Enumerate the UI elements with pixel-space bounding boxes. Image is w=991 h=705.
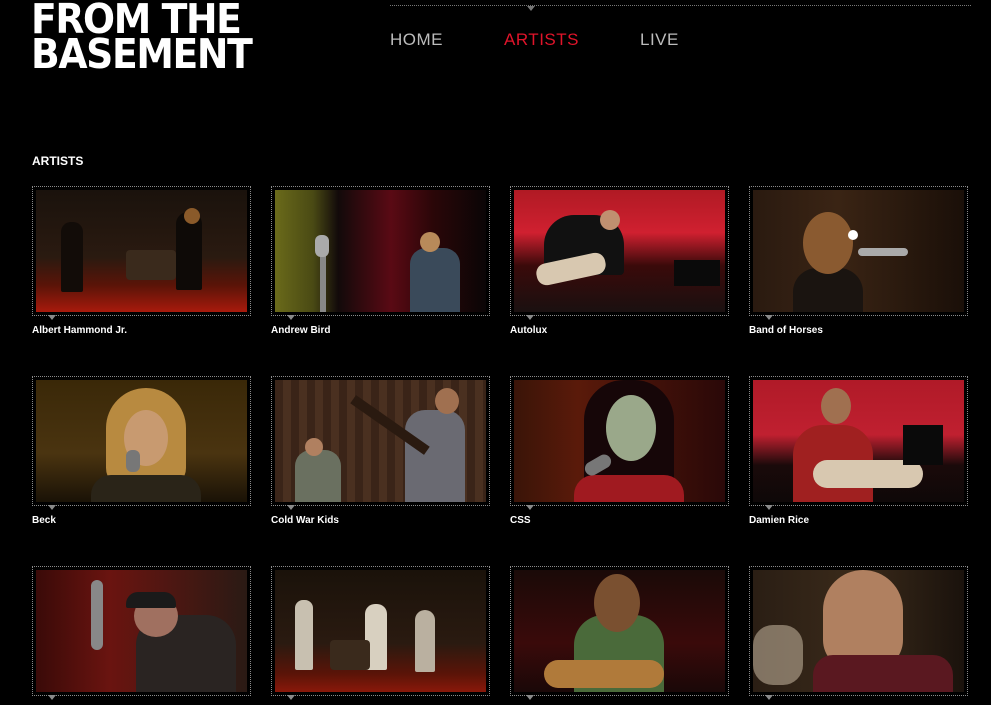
- thumbnail-pointer: [48, 315, 56, 320]
- artist-thumbnail[interactable]: [32, 186, 251, 320]
- artist-name[interactable]: Damien Rice: [749, 515, 968, 526]
- thumbnail-pointer: [287, 695, 295, 700]
- artist-card[interactable]: [749, 566, 968, 705]
- thumbnail-pointer: [765, 695, 773, 700]
- artist-photo: [36, 190, 247, 312]
- artist-photo: [514, 380, 725, 502]
- nav-artists[interactable]: ARTISTS: [504, 30, 579, 50]
- artist-photo: [753, 380, 964, 502]
- artist-card-band-of-horses[interactable]: Band of Horses: [749, 186, 968, 336]
- nav-home[interactable]: HOME: [390, 30, 443, 50]
- main-nav: HOME ARTISTS LIVE: [390, 30, 740, 50]
- artist-thumbnail[interactable]: [510, 566, 729, 700]
- artist-thumbnail[interactable]: [749, 186, 968, 320]
- artist-card[interactable]: [32, 566, 251, 705]
- artist-thumbnail[interactable]: [749, 376, 968, 510]
- artist-name[interactable]: CSS: [510, 515, 729, 526]
- artist-photo: [36, 570, 247, 692]
- artist-name[interactable]: Band of Horses: [749, 325, 968, 336]
- artist-photo: [36, 380, 247, 502]
- artist-thumbnail[interactable]: [749, 566, 968, 700]
- artist-card-cold-war-kids[interactable]: Cold War Kids: [271, 376, 490, 526]
- artist-card-damien-rice[interactable]: Damien Rice: [749, 376, 968, 526]
- artist-thumbnail[interactable]: [271, 376, 490, 510]
- nav-divider: [390, 5, 971, 6]
- artist-photo: [753, 190, 964, 312]
- artist-photo: [275, 570, 486, 692]
- artist-thumbnail[interactable]: [271, 186, 490, 320]
- artist-card-autolux[interactable]: Autolux: [510, 186, 729, 336]
- thumbnail-pointer: [287, 315, 295, 320]
- artist-grid: Albert Hammond Jr. Andrew Bird Autolux B…: [32, 186, 968, 705]
- artist-card-beck[interactable]: Beck: [32, 376, 251, 526]
- thumbnail-pointer: [526, 315, 534, 320]
- site-logo[interactable]: FROM THE BASEMENT: [31, 0, 253, 78]
- thumbnail-pointer: [48, 695, 56, 700]
- thumbnail-pointer: [765, 315, 773, 320]
- artist-photo: [275, 190, 486, 312]
- section-title: ARTISTS: [32, 154, 84, 168]
- artist-thumbnail[interactable]: [510, 186, 729, 320]
- thumbnail-pointer: [287, 505, 295, 510]
- thumbnail-pointer: [765, 505, 773, 510]
- artist-photo: [514, 570, 725, 692]
- artist-photo: [753, 570, 964, 692]
- artist-name[interactable]: Cold War Kids: [271, 515, 490, 526]
- artist-thumbnail[interactable]: [510, 376, 729, 510]
- nav-live[interactable]: LIVE: [640, 30, 679, 50]
- artist-name[interactable]: Albert Hammond Jr.: [32, 325, 251, 336]
- artist-card-albert-hammond-jr[interactable]: Albert Hammond Jr.: [32, 186, 251, 336]
- artist-card-andrew-bird[interactable]: Andrew Bird: [271, 186, 490, 336]
- artist-card-css[interactable]: CSS: [510, 376, 729, 526]
- thumbnail-pointer: [526, 695, 534, 700]
- artist-photo: [275, 380, 486, 502]
- artist-thumbnail[interactable]: [271, 566, 490, 700]
- logo-line-2: BASEMENT: [31, 30, 253, 78]
- artist-name[interactable]: Beck: [32, 515, 251, 526]
- artist-photo: [514, 190, 725, 312]
- nav-active-indicator: [527, 6, 535, 11]
- artist-card[interactable]: [271, 566, 490, 705]
- thumbnail-pointer: [526, 505, 534, 510]
- thumbnail-pointer: [48, 505, 56, 510]
- artist-thumbnail[interactable]: [32, 566, 251, 700]
- artist-name[interactable]: Andrew Bird: [271, 325, 490, 336]
- artist-card[interactable]: [510, 566, 729, 705]
- artist-thumbnail[interactable]: [32, 376, 251, 510]
- artist-name[interactable]: Autolux: [510, 325, 729, 336]
